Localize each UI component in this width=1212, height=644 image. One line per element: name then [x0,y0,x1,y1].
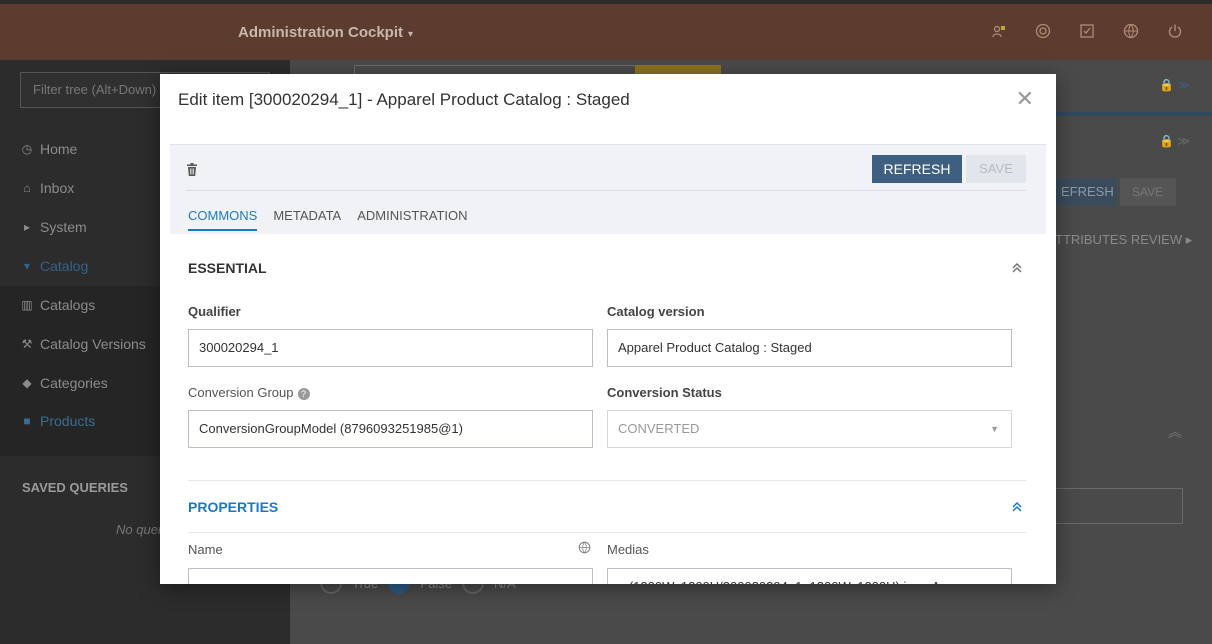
medias-field[interactable]: ...(1200Wx1200H/300020294_1_1200Wx1200H)… [607,568,1012,584]
sidebar-item-label: System [40,219,87,235]
section-divider [188,480,1026,481]
app-title[interactable]: Administration Cockpit ▾ [238,24,413,41]
home-icon: ◷ [21,142,33,156]
conversion-status-select[interactable]: CONVERTED ▼ [607,410,1012,448]
sidebar-item-home[interactable]: ◷ Home [20,141,78,157]
sidebar-item-label: Categories [40,375,108,391]
no-queries-text: No quer [116,522,163,537]
tab-metadata[interactable]: METADATA [273,208,341,231]
caret-down-icon: ▾ [23,259,31,273]
edit-item-dialog: Edit item [300020294_1] - Apparel Produc… [160,74,1056,584]
qualifier-field[interactable]: 300020294_1 [188,329,593,367]
sidebar-item-label: Catalogs [40,297,96,313]
sidebar-item-label: Products [40,413,96,429]
section-title-essential: ESSENTIAL [188,260,267,276]
save-button[interactable]: SAVE [966,155,1026,183]
medias-label: Medias [607,542,649,557]
checklist-icon[interactable] [1078,22,1096,40]
toolbar-divider [186,190,1026,191]
background-input [1055,488,1183,524]
background-tabs: TTRIBUTES REVIEW ▸ [1055,232,1193,247]
tag-icon: ◆ [22,376,32,390]
double-chevron-up-icon[interactable] [1012,501,1022,515]
conversion-status-label: Conversion Status [607,385,722,400]
catalog-version-label: Catalog version [607,304,705,319]
app-title-text: Administration Cockpit [238,24,404,41]
sidebar-item-inbox[interactable]: ⌂ Inbox [20,180,74,196]
users-icon[interactable] [990,22,1008,40]
sidebar-item-system[interactable]: ▸ System [20,219,87,235]
catalog-versions-icon: ⚒ [21,337,33,351]
lock-icon: 🔒 ≫ [1159,134,1190,148]
chevron-down-icon: ▾ [408,29,414,40]
background-refresh-button: EFRESH [1055,178,1117,206]
sidebar-item-products[interactable]: ■ Products [20,413,95,429]
saved-queries-title: SAVED QUERIES [22,480,128,495]
name-label: Name [188,542,223,557]
sidebar-item-catalog[interactable]: ▾ Catalog [20,258,88,274]
sidebar-item-catalog-versions[interactable]: ⚒ Catalog Versions [20,336,146,352]
lock-icon: 🔒 ≫ [1159,78,1190,92]
background-save-button: SAVE [1120,178,1176,206]
sidebar-item-label: Home [40,141,78,157]
double-chevron-up-icon: ︽ [1168,424,1182,440]
dialog-title: Edit item [300020294_1] - Apparel Produc… [178,90,630,109]
background-divider [1055,112,1212,116]
sidebar-item-label: Inbox [40,180,75,196]
conversion-group-field[interactable]: ConversionGroupModel (8796093251985@1) [188,410,593,448]
help-circle-icon[interactable] [1034,22,1052,40]
section-title-properties: PROPERTIES [188,499,279,515]
sidebar-item-label: Catalog Versions [40,336,146,352]
name-field[interactable] [188,568,593,584]
tab-commons[interactable]: COMMONS [188,208,258,231]
sidebar-item-label: Catalog [40,258,89,274]
top-bar: Administration Cockpit ▾ [0,0,1212,60]
qualifier-label: Qualifier [188,304,241,319]
localization-globe-icon[interactable] [578,541,591,557]
globe-icon[interactable] [1122,22,1140,40]
chevron-down-icon: ▼ [990,424,999,434]
section-divider [188,532,1026,533]
sidebar-item-catalogs[interactable]: ▥ Catalogs [20,297,95,313]
help-icon[interactable]: ? [297,387,310,400]
dialog-tabs: COMMONS METADATA ADMINISTRATION [188,208,468,231]
catalog-version-field[interactable]: Apparel Product Catalog : Staged [607,329,1012,367]
catalogs-icon: ▥ [21,298,33,312]
close-icon[interactable]: ✕ [1016,88,1034,110]
conversion-group-label: Conversion Group? [188,385,310,400]
inbox-icon: ⌂ [23,181,31,195]
tab-administration[interactable]: ADMINISTRATION [357,208,467,231]
dialog-header: Edit item [300020294_1] - Apparel Produc… [160,74,1056,128]
double-chevron-up-icon[interactable] [1012,262,1022,276]
power-icon[interactable] [1166,22,1184,40]
conversion-group-label-text: Conversion Group [188,385,294,400]
conversion-status-value: CONVERTED [618,421,700,436]
sidebar-item-categories[interactable]: ◆ Categories [20,375,108,391]
caret-right-icon: ▸ [23,220,31,234]
trash-icon[interactable] [186,163,198,179]
refresh-button[interactable]: REFRESH [872,155,962,183]
product-icon: ■ [23,414,31,428]
